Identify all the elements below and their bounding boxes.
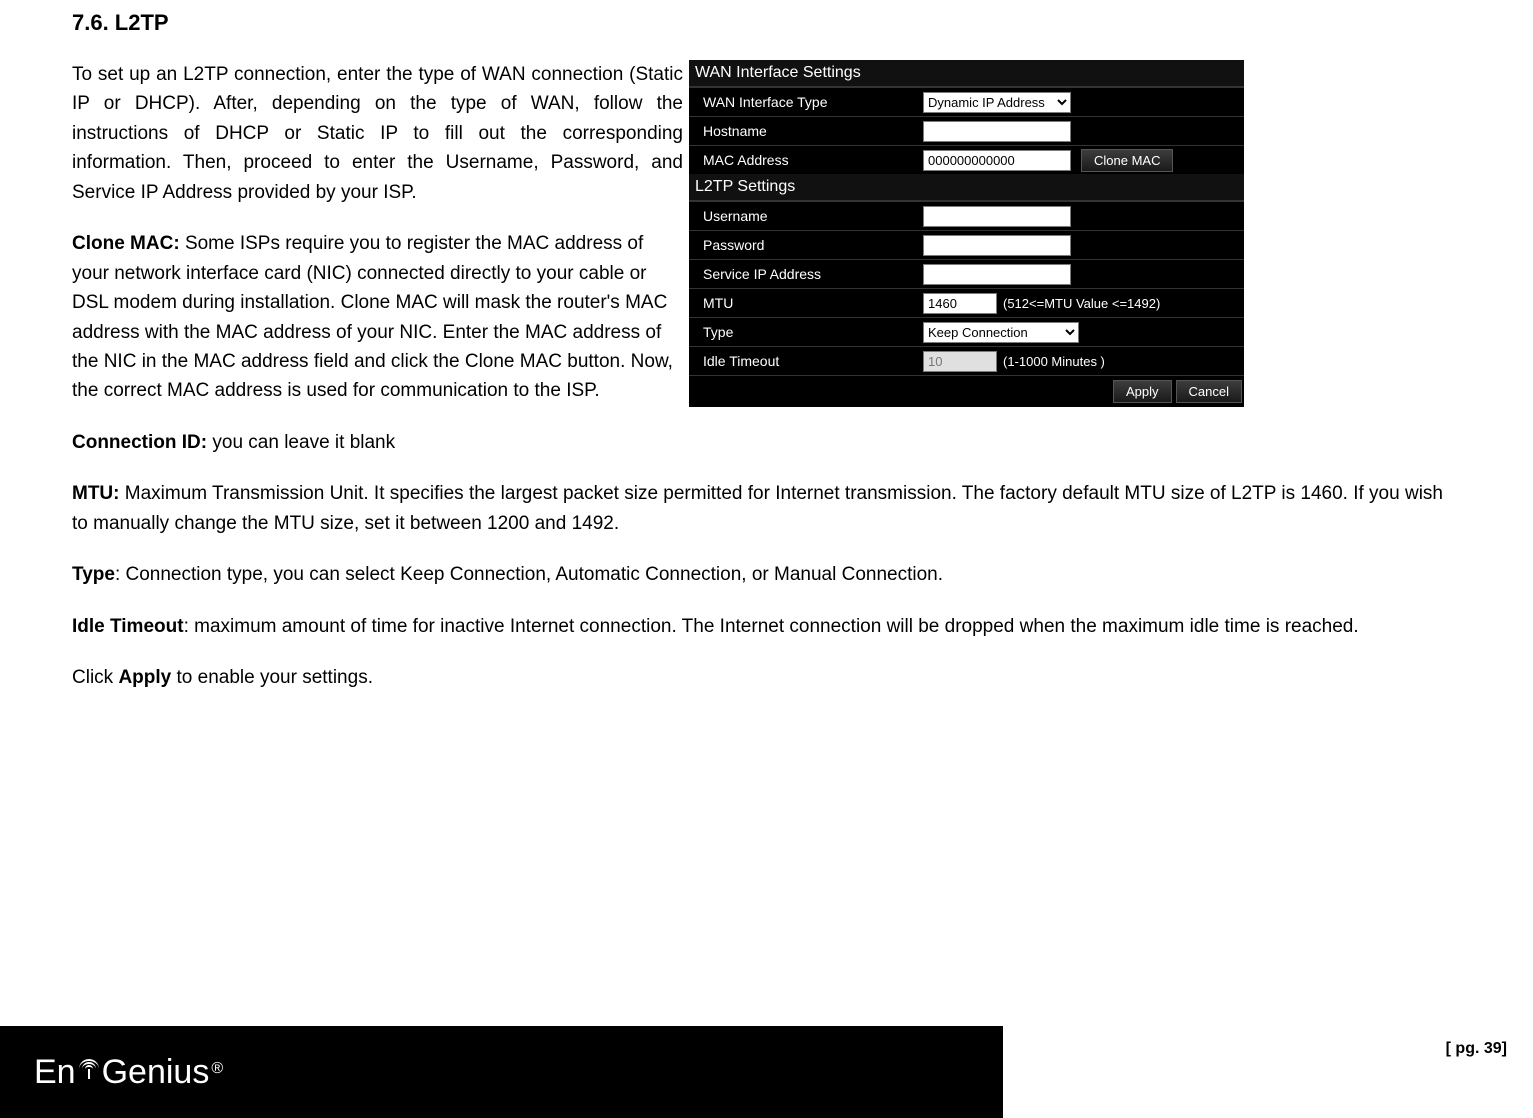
engenius-logo: En Genius® (34, 1053, 223, 1092)
wan-iftype-select[interactable]: Dynamic IP Address (923, 92, 1071, 113)
mtu-label: MTU (695, 295, 923, 311)
type-para-text: : Connection type, you can select Keep C… (115, 564, 943, 585)
clone-mac-button[interactable]: Clone MAC (1081, 149, 1173, 172)
ctype-select[interactable]: Keep Connection (923, 322, 1079, 343)
idle-label: Idle Timeout (695, 353, 923, 369)
clone-mac-label: Clone MAC: (72, 233, 185, 254)
idle-hint: (1-1000 Minutes ) (1003, 354, 1105, 369)
connection-id-label: Connection ID: (72, 432, 212, 453)
mac-label: MAC Address (695, 152, 923, 168)
connection-id-paragraph: Connection ID: you can leave it blank (72, 428, 683, 457)
type-paragraph: Type: Connection type, you can select Ke… (72, 560, 1461, 589)
idle-paragraph: Idle Timeout: maximum amount of time for… (72, 612, 1461, 641)
mtu-input[interactable] (923, 293, 997, 314)
type-para-label: Type (72, 564, 115, 585)
apply-pre: Click (72, 667, 118, 688)
username-label: Username (695, 208, 923, 224)
footer-bar: En Genius® (0, 1026, 1003, 1118)
intro-paragraph: To set up an L2TP connection, enter the … (72, 60, 683, 207)
password-label: Password (695, 237, 923, 253)
mtu-paragraph: MTU: Maximum Transmission Unit. It speci… (72, 479, 1461, 538)
serviceip-input[interactable] (923, 264, 1071, 285)
wan-group-header: WAN Interface Settings (689, 60, 1244, 87)
logo-pre: En (34, 1053, 76, 1092)
settings-panel: WAN Interface Settings WAN Interface Typ… (689, 60, 1244, 407)
clone-mac-paragraph: Clone MAC: Some ISPs require you to regi… (72, 229, 683, 406)
apply-button[interactable]: Apply (1113, 380, 1172, 403)
l2tp-group-header: L2TP Settings (689, 174, 1244, 201)
idle-para-text: : maximum amount of time for inactive In… (184, 616, 1359, 637)
clone-mac-text: Some ISPs require you to register the MA… (72, 233, 673, 401)
serviceip-label: Service IP Address (695, 266, 923, 282)
hostname-label: Hostname (695, 123, 923, 139)
password-input[interactable] (923, 235, 1071, 256)
hostname-input[interactable] (923, 121, 1071, 142)
wan-iftype-label: WAN Interface Type (695, 94, 923, 110)
apply-post: to enable your settings. (171, 667, 373, 688)
section-heading: 7.6. L2TP (72, 10, 1461, 36)
ctype-label: Type (695, 324, 923, 340)
mtu-hint: (512<=MTU Value <=1492) (1003, 296, 1160, 311)
apply-bold: Apply (118, 667, 171, 688)
wifi-icon (78, 1057, 100, 1083)
idle-para-label: Idle Timeout (72, 616, 184, 637)
logo-main: Genius (102, 1053, 210, 1092)
connection-id-text: you can leave it blank (212, 432, 395, 453)
mtu-para-text: Maximum Transmission Unit. It specifies … (72, 483, 1443, 533)
mac-input[interactable] (923, 150, 1071, 171)
logo-reg: ® (211, 1060, 223, 1078)
mtu-para-label: MTU: (72, 483, 125, 504)
username-input[interactable] (923, 206, 1071, 227)
page-number: [ pg. 39] (1446, 1040, 1507, 1058)
apply-paragraph: Click Apply to enable your settings. (72, 663, 1461, 692)
cancel-button[interactable]: Cancel (1176, 380, 1242, 403)
idle-input (923, 351, 997, 372)
